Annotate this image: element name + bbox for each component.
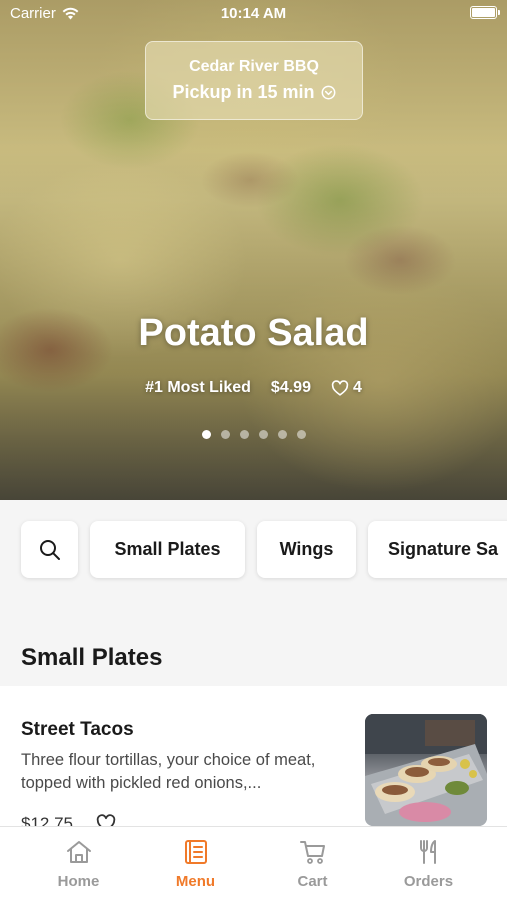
cart-icon <box>299 841 325 864</box>
heart-icon <box>331 380 349 396</box>
carousel-dot[interactable] <box>277 430 287 439</box>
menu-item-description: Three flour tortillas, your choice of me… <box>21 751 316 792</box>
likes-count: 4 <box>352 379 362 396</box>
carousel-dot[interactable] <box>258 430 268 439</box>
tab-cart-label: Cart <box>297 873 328 890</box>
menu-book-icon <box>184 840 207 864</box>
carousel-dot[interactable] <box>296 430 306 439</box>
pickup-time-label: Pickup in 15 min <box>172 82 315 102</box>
tab-home[interactable]: Home <box>20 827 137 900</box>
category-bar: Small Plates Wings Signature Sa <box>0 500 507 610</box>
search-icon <box>39 539 60 560</box>
section-title: Small Plates <box>21 644 163 671</box>
hero-content: Carrier 10:14 AM Cedar River BBQ Pickup … <box>0 0 507 500</box>
battery-icon <box>470 6 500 19</box>
fork-knife-icon <box>419 840 436 864</box>
category-chip-small-plates[interactable]: Small Plates <box>90 521 245 578</box>
tacos-photo <box>365 714 487 826</box>
featured-likes[interactable]: 4 <box>331 379 362 397</box>
restaurant-name: Cedar River BBQ <box>189 58 319 75</box>
carousel-dot[interactable] <box>201 430 211 439</box>
featured-item-title: Potato Salad <box>138 312 369 354</box>
featured-badge: #1 Most Liked <box>145 379 251 396</box>
featured-item-meta: #1 Most Liked $4.99 4 <box>0 379 507 397</box>
featured-price: $4.99 <box>270 379 311 396</box>
tab-orders[interactable]: Orders <box>370 827 487 900</box>
carousel-dot[interactable] <box>239 430 249 439</box>
category-chip-signature[interactable]: Signature Sa <box>368 521 507 578</box>
pickup-selector[interactable]: Cedar River BBQ Pickup in 15 min <box>145 41 363 120</box>
carousel-dot[interactable] <box>220 430 230 439</box>
tab-cart[interactable]: Cart <box>254 827 371 900</box>
tab-bar: Home Menu Cart Orders <box>0 826 507 900</box>
pickup-time-row: Pickup in 15 min <box>146 82 362 103</box>
chevron-down-circle-icon <box>321 85 335 100</box>
tab-home-label: Home <box>57 873 100 890</box>
category-chip-wings[interactable]: Wings <box>257 521 356 578</box>
tab-orders-label: Orders <box>403 873 454 890</box>
tab-menu[interactable]: Menu <box>137 827 254 900</box>
menu-item-image[interactable] <box>365 714 487 826</box>
menu-item-price: $12.75 <box>21 814 73 826</box>
tab-menu-label: Menu <box>175 873 216 890</box>
status-bar: Carrier 10:14 AM <box>0 0 507 28</box>
carousel-dots[interactable] <box>0 430 507 439</box>
search-button[interactable] <box>21 521 78 578</box>
menu-item-name: Street Tacos <box>21 719 134 740</box>
heart-icon[interactable] <box>96 814 116 826</box>
home-icon <box>66 841 91 863</box>
status-time: 10:14 AM <box>220 5 287 22</box>
menu-item-card[interactable]: Street Tacos Three flour tortillas, your… <box>0 686 507 826</box>
